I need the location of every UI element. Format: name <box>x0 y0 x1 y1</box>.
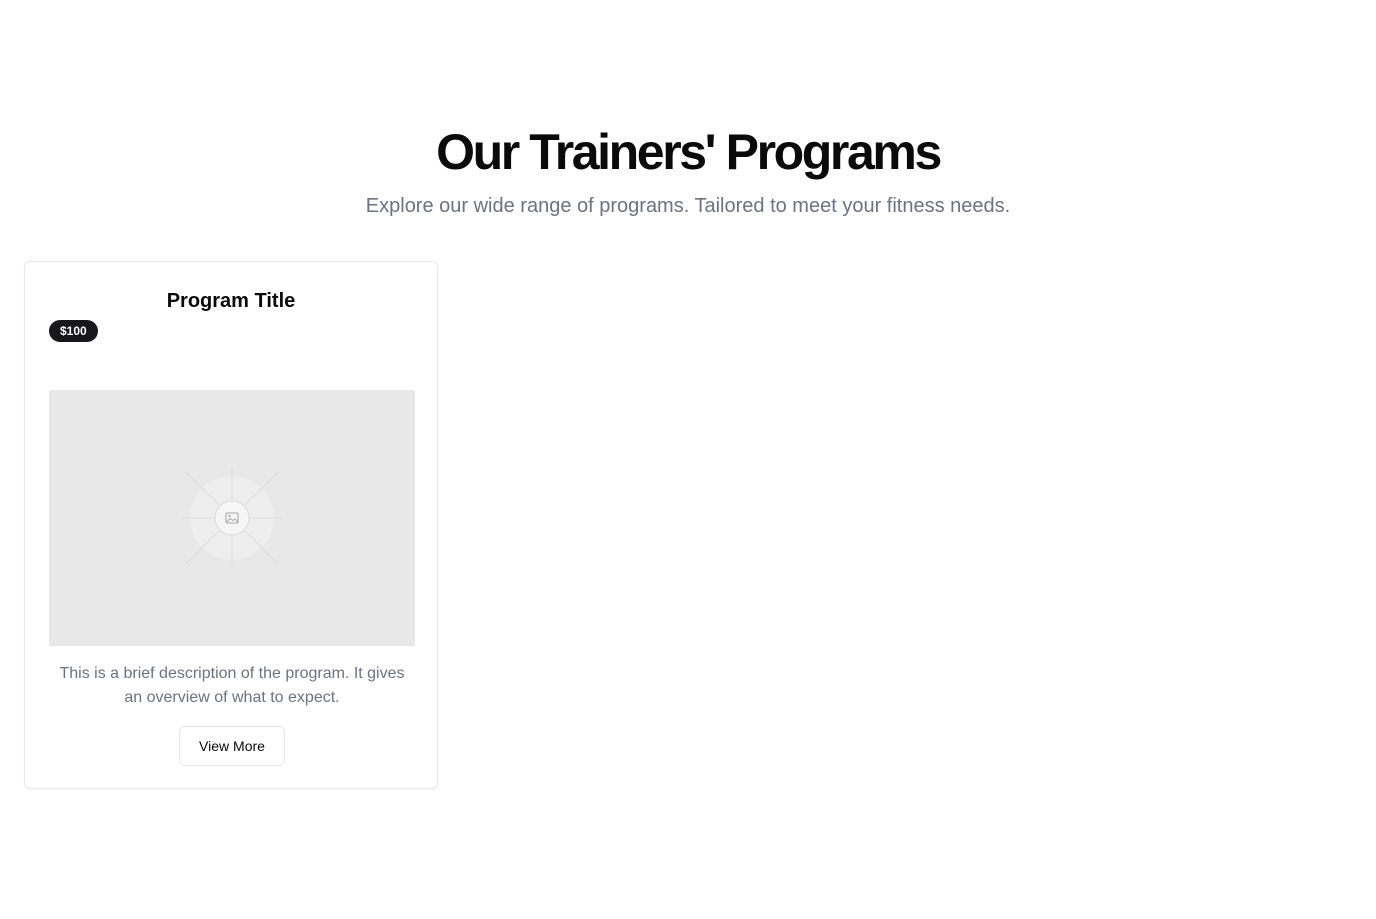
programs-page: Our Trainers' Programs Explore our wide … <box>0 0 1376 919</box>
section-header: Our Trainers' Programs Explore our wide … <box>0 122 1376 220</box>
image-placeholder-icon <box>182 468 282 568</box>
program-title: Program Title <box>166 290 296 312</box>
view-more-button[interactable]: View More <box>179 726 285 766</box>
price-badge: $100 <box>49 320 98 342</box>
program-description: This is a brief description of the progr… <box>59 665 405 706</box>
section-subtitle: Explore our wide range of programs. Tail… <box>365 195 1011 217</box>
program-image <box>49 390 415 646</box>
section-title: Our Trainers' Programs <box>436 124 942 180</box>
program-card: Program Title $100 This is a brief descr… <box>24 261 438 789</box>
